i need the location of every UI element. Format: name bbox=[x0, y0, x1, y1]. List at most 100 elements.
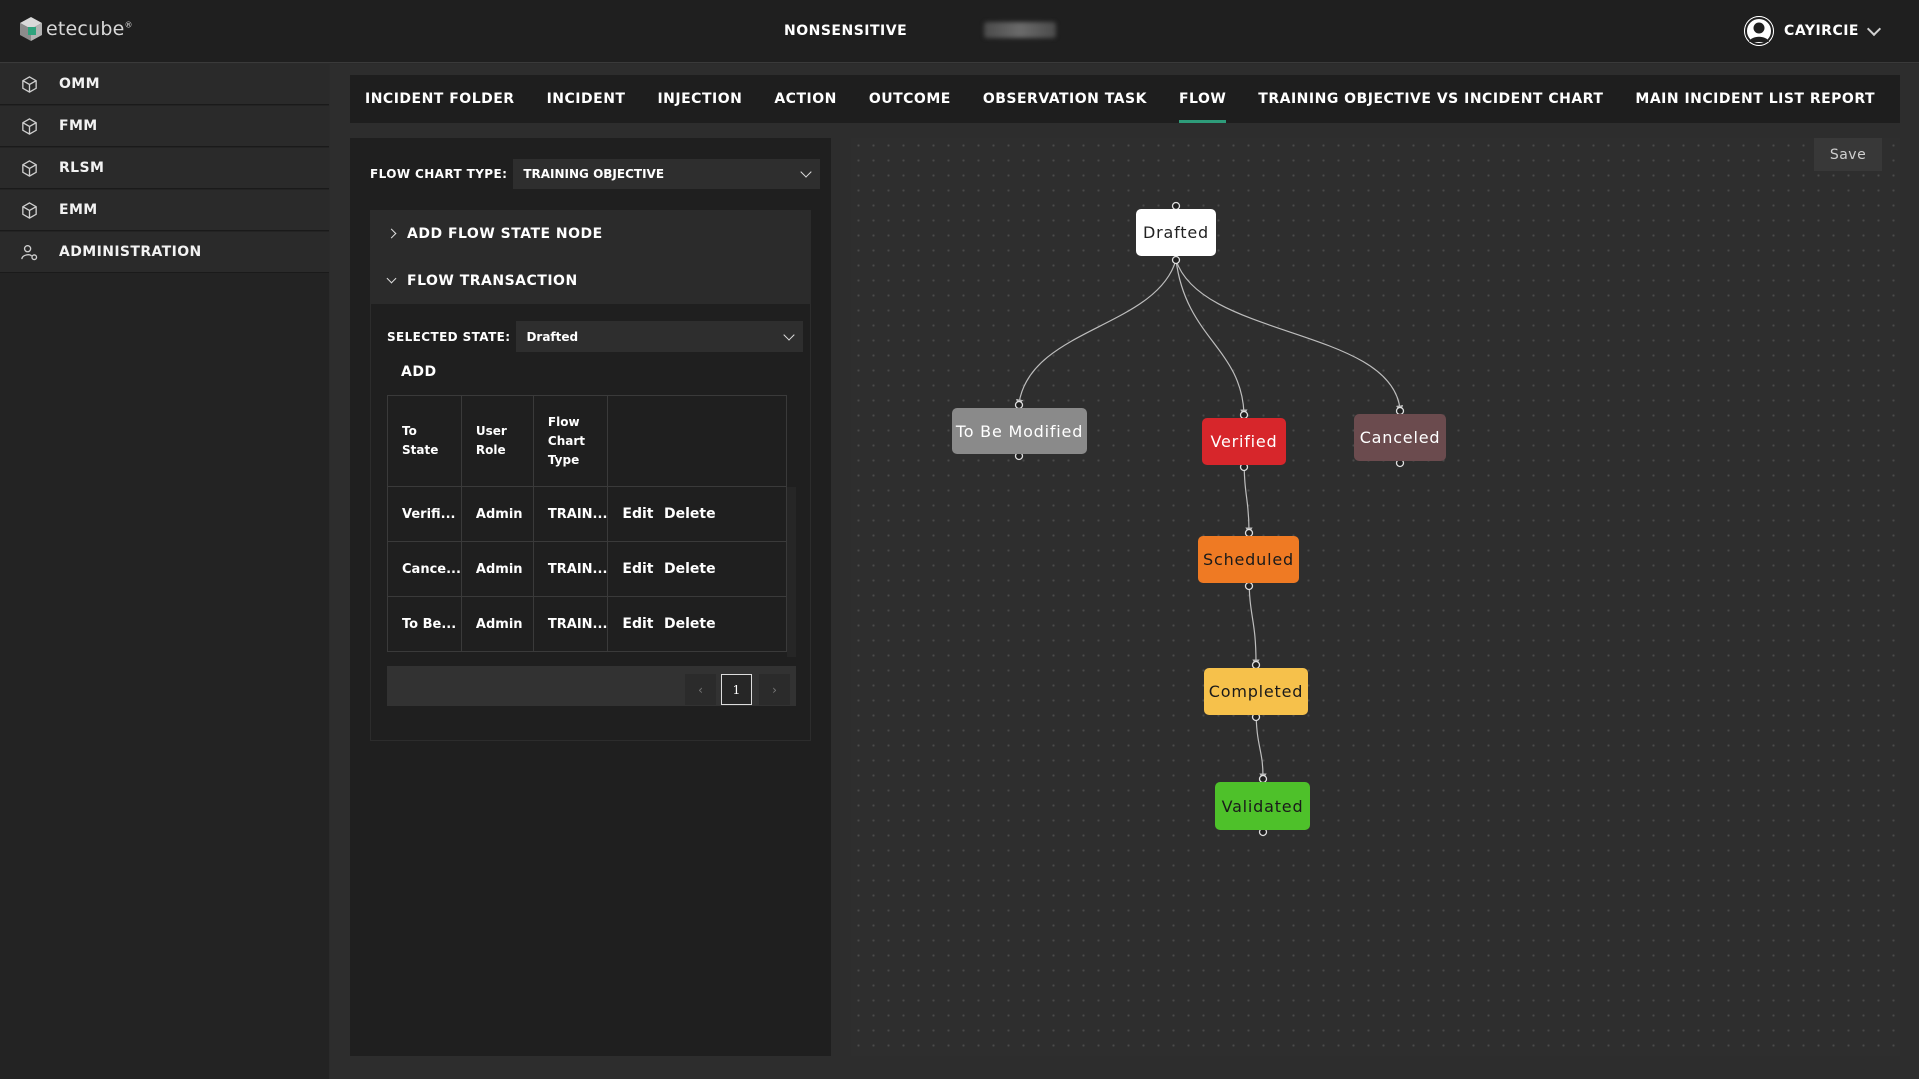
chevron-down-icon bbox=[1866, 21, 1882, 36]
chevron-down-icon bbox=[800, 166, 812, 178]
redacted-tag bbox=[984, 22, 1056, 38]
table-row: To Be... Admin TRAIN... Edit Delete bbox=[387, 596, 787, 652]
table-scrollbar[interactable] bbox=[787, 487, 796, 657]
cell-to-state: Verifi... bbox=[387, 486, 462, 542]
sidebar-item-label: ADMINISTRATION bbox=[59, 244, 202, 260]
add-transaction-button[interactable]: ADD bbox=[401, 364, 437, 380]
delete-button[interactable]: Delete bbox=[664, 561, 716, 577]
pagination: ‹ 1 › bbox=[387, 666, 796, 706]
column-header-to-state: To State bbox=[387, 395, 462, 487]
delete-button[interactable]: Delete bbox=[664, 616, 716, 632]
app-logo[interactable]: etecube® bbox=[18, 16, 133, 42]
sidebar-item-fmm[interactable]: FMM bbox=[0, 106, 329, 147]
tab-main-incident-list-report[interactable]: MAIN INCIDENT LIST REPORT bbox=[1635, 75, 1875, 123]
sidebar-item-emm[interactable]: EMM bbox=[0, 190, 329, 231]
edit-button[interactable]: Edit bbox=[622, 506, 653, 522]
tab-action[interactable]: ACTION bbox=[774, 75, 837, 123]
flow-node-completed[interactable]: Completed bbox=[1204, 668, 1308, 715]
tab-bar: INCIDENT FOLDER INCIDENT INJECTION ACTIO… bbox=[350, 75, 1900, 123]
main-area: INCIDENT FOLDER INCIDENT INJECTION ACTIO… bbox=[330, 64, 1919, 1079]
user-menu[interactable]: CAYIRCIE bbox=[1744, 16, 1882, 46]
edge-drafted-canceled[interactable] bbox=[1175, 259, 1404, 413]
flow-config-panel: FLOW CHART TYPE: TRAINING OBJECTIVE ADD … bbox=[350, 138, 831, 1056]
cell-user-role: Admin bbox=[460, 541, 534, 597]
flow-chart-type-value: TRAINING OBJECTIVE bbox=[523, 167, 665, 181]
tab-outcome[interactable]: OUTCOME bbox=[869, 75, 951, 123]
user-name: CAYIRCIE bbox=[1784, 23, 1859, 39]
user-gear-icon bbox=[21, 244, 38, 260]
add-flow-state-node-header[interactable]: ADD FLOW STATE NODE bbox=[370, 210, 811, 257]
edge-drafted-to-be-modified[interactable] bbox=[1016, 259, 1177, 407]
flow-node-verified[interactable]: Verified bbox=[1202, 418, 1286, 465]
flow-canvas[interactable]: Save Drafted To Be Modified Verified Can… bbox=[851, 138, 1900, 1056]
selected-state-select[interactable]: Drafted bbox=[516, 321, 804, 352]
cell-flow-chart-type: TRAIN... bbox=[532, 541, 609, 597]
column-header-flow-chart-type: Flow Chart Type bbox=[532, 395, 609, 487]
selected-state-row: SELECTED STATE: Drafted bbox=[387, 321, 804, 352]
selected-state-value: Drafted bbox=[526, 329, 579, 344]
flow-node-drafted[interactable]: Drafted bbox=[1136, 209, 1216, 256]
flow-transaction-body: SELECTED STATE: Drafted ADD To State User… bbox=[370, 304, 811, 741]
cell-actions: Edit Delete bbox=[607, 596, 787, 652]
cube-icon bbox=[22, 201, 37, 219]
cube-icon bbox=[22, 117, 37, 135]
selected-state-label: SELECTED STATE: bbox=[387, 329, 511, 344]
classification-label: NONSENSITIVE bbox=[784, 23, 908, 39]
tab-incident-folder[interactable]: INCIDENT FOLDER bbox=[365, 75, 515, 123]
flow-transaction-header[interactable]: FLOW TRANSACTION bbox=[370, 257, 811, 304]
cell-to-state: To Be... bbox=[387, 596, 462, 652]
table-header-row: To State User Role Flow Chart Type bbox=[387, 395, 787, 487]
tab-flow[interactable]: FLOW bbox=[1178, 75, 1227, 123]
sidebar-item-omm[interactable]: OMM bbox=[0, 64, 329, 105]
transaction-table: To State User Role Flow Chart Type Verifi...… bbox=[387, 395, 787, 652]
chevron-right-icon bbox=[386, 228, 397, 239]
edit-button[interactable]: Edit bbox=[622, 616, 653, 632]
handle[interactable] bbox=[1171, 255, 1181, 265]
flow-chart-type-select[interactable]: TRAINING OBJECTIVE bbox=[513, 159, 821, 189]
cell-actions: Edit Delete bbox=[607, 541, 787, 597]
cube-icon bbox=[22, 75, 37, 93]
add-flow-state-node-label: ADD FLOW STATE NODE bbox=[407, 225, 603, 242]
cube-icon bbox=[22, 159, 37, 177]
logo-cube-icon bbox=[20, 17, 42, 41]
flow-transaction-label: FLOW TRANSACTION bbox=[407, 272, 578, 289]
table-row: Verifi... Admin TRAIN... Edit Delete bbox=[387, 486, 787, 542]
flow-node-to-be-modified[interactable]: To Be Modified bbox=[952, 408, 1087, 454]
tab-training-objective-vs-incident-chart[interactable]: TRAINING OBJECTIVE VS INCIDENT CHART bbox=[1258, 75, 1603, 123]
flow-node-scheduled[interactable]: Scheduled bbox=[1198, 536, 1299, 583]
tab-observation-task[interactable]: OBSERVATION TASK bbox=[983, 75, 1147, 123]
top-bar: etecube® NONSENSITIVE CAYIRCIE bbox=[0, 0, 1919, 63]
sidebar-item-label: EMM bbox=[59, 202, 98, 218]
cell-user-role: Admin bbox=[460, 486, 534, 542]
logo-text: etecube® bbox=[46, 18, 133, 40]
sidebar-item-label: OMM bbox=[59, 76, 100, 92]
chevron-down-icon bbox=[386, 273, 397, 284]
flow-accordion: ADD FLOW STATE NODE FLOW TRANSACTION SEL… bbox=[370, 210, 811, 741]
handle[interactable] bbox=[1244, 581, 1254, 591]
flow-node-canceled[interactable]: Canceled bbox=[1354, 414, 1446, 461]
flow-node-validated[interactable]: Validated bbox=[1215, 782, 1310, 830]
cell-flow-chart-type: TRAIN... bbox=[532, 486, 609, 542]
sidebar-item-label: FMM bbox=[59, 118, 98, 134]
page-button-current[interactable]: 1 bbox=[721, 674, 752, 705]
sidebar: OMM FMM RLSM EMM ADMINISTRATION bbox=[0, 64, 329, 1079]
table-row: Cance... Admin TRAIN... Edit Delete bbox=[387, 541, 787, 597]
column-header-user-role: User Role bbox=[460, 395, 534, 487]
prev-page-button[interactable]: ‹ bbox=[685, 674, 716, 705]
next-page-button[interactable]: › bbox=[759, 674, 790, 705]
tab-incident[interactable]: INCIDENT bbox=[547, 75, 626, 123]
edge-drafted-verified[interactable] bbox=[1175, 259, 1248, 417]
sidebar-item-administration[interactable]: ADMINISTRATION bbox=[0, 232, 329, 273]
column-header-actions bbox=[607, 395, 787, 487]
tab-injection[interactable]: INJECTION bbox=[657, 75, 742, 123]
flow-edges bbox=[1014, 201, 1405, 837]
edit-button[interactable]: Edit bbox=[622, 561, 653, 577]
cell-user-role: Admin bbox=[460, 596, 534, 652]
sidebar-item-rlsm[interactable]: RLSM bbox=[0, 148, 329, 189]
flow-chart-type-row: FLOW CHART TYPE: TRAINING OBJECTIVE bbox=[370, 159, 821, 189]
chevron-down-icon bbox=[783, 328, 796, 341]
sidebar-item-label: RLSM bbox=[59, 160, 105, 176]
user-avatar-icon bbox=[1744, 16, 1775, 46]
delete-button[interactable]: Delete bbox=[664, 506, 716, 522]
flow-chart-type-label: FLOW CHART TYPE: bbox=[370, 167, 508, 181]
